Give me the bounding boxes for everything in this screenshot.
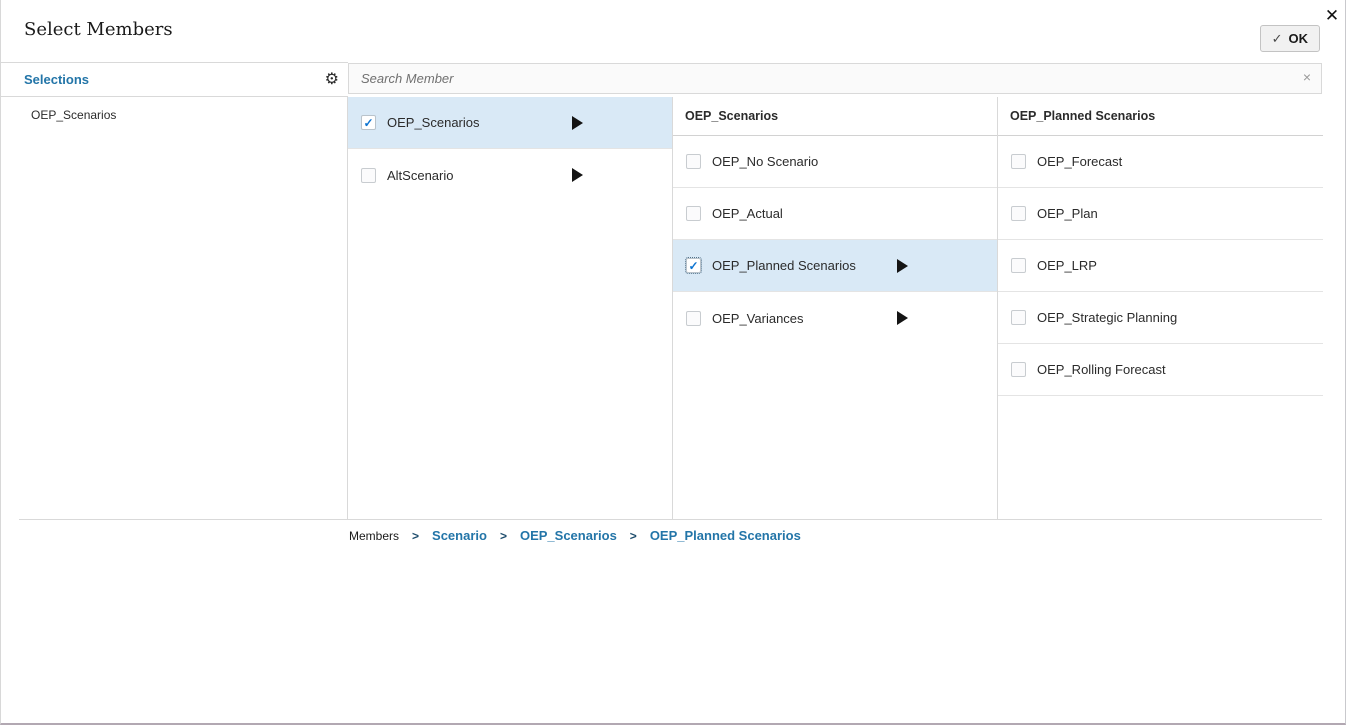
- expand-arrow-icon[interactable]: [572, 168, 583, 182]
- selection-item[interactable]: OEP_Scenarios: [1, 108, 347, 122]
- member-row[interactable]: OEP_Actual: [673, 188, 997, 240]
- chevron-right-icon: >: [630, 529, 637, 543]
- member-label: OEP_Rolling Forecast: [1037, 362, 1166, 377]
- selections-panel: OEP_Scenarios: [1, 97, 348, 519]
- member-row[interactable]: ✓ OEP_Planned Scenarios: [673, 240, 997, 292]
- gear-icon[interactable]: ⚙: [325, 72, 339, 88]
- member-row[interactable]: OEP_Forecast: [998, 136, 1323, 188]
- member-row[interactable]: OEP_Plan: [998, 188, 1323, 240]
- member-columns: ✓OEP_ScenariosAltScenarioOEP_ScenariosOE…: [348, 97, 1323, 519]
- checkbox[interactable]: [686, 206, 701, 221]
- member-label: OEP_Planned Scenarios: [712, 258, 856, 273]
- chevron-right-icon: >: [500, 529, 507, 543]
- member-column: ✓ OEP_Scenarios AltScenario: [348, 97, 673, 519]
- member-label: OEP_No Scenario: [712, 154, 818, 169]
- page-title: Select Members: [24, 19, 173, 40]
- column-header: OEP_Scenarios: [673, 97, 997, 136]
- column-header: OEP_Planned Scenarios: [998, 97, 1323, 136]
- content-divider: [19, 519, 1322, 520]
- select-members-dialog: Select Members ✕ ✓ OK Selections ⚙ × OEP…: [0, 0, 1346, 725]
- member-row[interactable]: OEP_No Scenario: [673, 136, 997, 188]
- member-row[interactable]: OEP_LRP: [998, 240, 1323, 292]
- breadcrumb: Members > Scenario > OEP_Scenarios > OEP_Plann…: [349, 528, 801, 543]
- member-selector-content: OEP_Scenarios ✓ OEP_Scenarios AltScenario O…: [1, 97, 1322, 519]
- member-label: AltScenario: [387, 168, 453, 183]
- member-label: OEP_Actual: [712, 206, 783, 221]
- checkbox[interactable]: [1011, 362, 1026, 377]
- check-icon: ✓: [1272, 31, 1283, 47]
- selections-title: Selections: [24, 72, 89, 87]
- member-label: OEP_Variances: [712, 311, 804, 326]
- clear-search-icon[interactable]: ×: [1303, 70, 1311, 84]
- member-row[interactable]: OEP_Variances: [673, 292, 997, 344]
- checkbox[interactable]: [1011, 206, 1026, 221]
- selections-header: Selections ⚙: [1, 62, 348, 97]
- checkbox[interactable]: [1011, 310, 1026, 325]
- member-label: OEP_Forecast: [1037, 154, 1122, 169]
- expand-arrow-icon[interactable]: [897, 259, 908, 273]
- expand-arrow-icon[interactable]: [897, 311, 908, 325]
- ok-button[interactable]: ✓ OK: [1260, 25, 1320, 52]
- breadcrumb-root[interactable]: Members: [349, 529, 399, 543]
- checkbox-checked[interactable]: ✓: [686, 258, 701, 273]
- search-box: ×: [348, 63, 1322, 94]
- checkbox-checked[interactable]: ✓: [361, 115, 376, 130]
- breadcrumb-link[interactable]: OEP_Scenarios: [520, 528, 617, 543]
- member-label: OEP_Strategic Planning: [1037, 310, 1177, 325]
- close-icon[interactable]: ✕: [1321, 5, 1343, 27]
- ok-button-label: OK: [1289, 31, 1309, 46]
- checkbox[interactable]: [1011, 258, 1026, 273]
- checkbox[interactable]: [686, 311, 701, 326]
- member-column: OEP_Scenarios OEP_No Scenario OEP_Actual ✓ O…: [673, 97, 998, 519]
- member-label: OEP_LRP: [1037, 258, 1097, 273]
- member-label: OEP_Scenarios: [387, 115, 480, 130]
- expand-arrow-icon[interactable]: [572, 116, 583, 130]
- checkbox[interactable]: [361, 168, 376, 183]
- checkbox[interactable]: [686, 154, 701, 169]
- member-label: OEP_Plan: [1037, 206, 1098, 221]
- chevron-right-icon: >: [412, 529, 419, 543]
- member-row[interactable]: OEP_Rolling Forecast: [998, 344, 1323, 396]
- breadcrumb-link[interactable]: Scenario: [432, 528, 487, 543]
- search-input[interactable]: [349, 64, 1321, 93]
- member-row[interactable]: OEP_Strategic Planning: [998, 292, 1323, 344]
- toolbar: Selections ⚙ ×: [1, 62, 1322, 97]
- member-row[interactable]: AltScenario: [348, 149, 672, 201]
- breadcrumb-link[interactable]: OEP_Planned Scenarios: [650, 528, 801, 543]
- member-row[interactable]: ✓ OEP_Scenarios: [348, 97, 672, 149]
- member-column: OEP_Planned Scenarios OEP_Forecast OEP_Pla…: [998, 97, 1323, 519]
- checkbox[interactable]: [1011, 154, 1026, 169]
